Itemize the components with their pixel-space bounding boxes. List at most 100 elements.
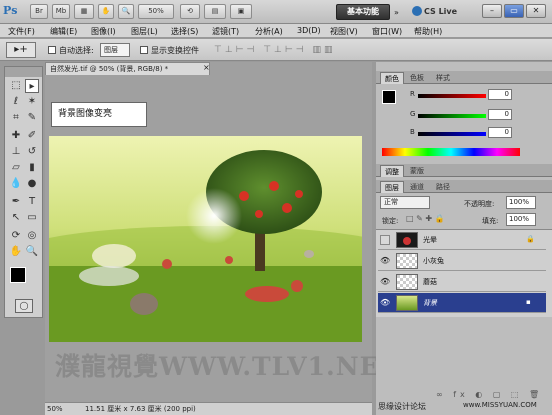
gradient-tool-icon[interactable]: ▮	[25, 161, 39, 175]
healing-brush-icon[interactable]: ✚	[9, 129, 23, 143]
auto-select-checkbox[interactable]	[48, 46, 56, 54]
lock-icon: ▪	[526, 298, 531, 306]
menu-help[interactable]: 帮助(H)	[414, 26, 442, 37]
tab-channels[interactable]: 通道	[406, 181, 428, 193]
clone-stamp-icon[interactable]: ⊥	[9, 145, 23, 159]
menu-window[interactable]: 窗口(W)	[372, 26, 402, 37]
show-transform-checkbox[interactable]	[140, 46, 148, 54]
color-spectrum[interactable]	[382, 148, 520, 156]
tab-color[interactable]: 颜色	[380, 72, 404, 84]
tool-preset-picker[interactable]: ▸+	[6, 42, 36, 58]
menu-view[interactable]: 视图(V)	[330, 26, 358, 37]
bridge-button[interactable]: Br	[30, 4, 48, 19]
tab-swatches[interactable]: 色板	[406, 72, 428, 84]
brush-tool-icon[interactable]: ✐	[25, 129, 39, 143]
hand-tool-icon[interactable]: ✋	[9, 245, 23, 259]
watermark: 濮龍視覺WWW.TLV1.NET	[55, 352, 400, 381]
r-value[interactable]: 0	[488, 89, 512, 100]
align-buttons[interactable]: ⊤⊥⊢⊣ ⊤⊥⊢⊣ ▥▥	[214, 45, 389, 55]
menu-select[interactable]: 选择(S)	[171, 26, 198, 37]
blend-mode-select[interactable]: 正常	[380, 196, 430, 209]
eye-icon[interactable]: 👁	[380, 298, 390, 308]
menu-file[interactable]: 文件(F)	[8, 26, 35, 37]
layer-row-selected[interactable]: 👁 背景 ▪	[378, 293, 546, 313]
g-value[interactable]: 0	[488, 109, 512, 120]
minibridge-button[interactable]: Mb	[52, 4, 70, 19]
eyedropper-icon[interactable]: ✎	[25, 111, 39, 125]
tab-layers[interactable]: 图层	[380, 181, 404, 193]
status-zoom[interactable]: 50%	[47, 403, 63, 415]
fill-input[interactable]: 100%	[506, 213, 536, 226]
zoom-level-select[interactable]: 50%	[138, 4, 174, 19]
layer-thumbnail	[396, 274, 418, 290]
menu-filter[interactable]: 滤镜(T)	[212, 26, 239, 37]
b-value[interactable]: 0	[488, 127, 512, 138]
menu-image[interactable]: 图像(I)	[91, 26, 116, 37]
opacity-input[interactable]: 100%	[506, 196, 536, 209]
b-slider[interactable]	[418, 132, 486, 136]
magic-wand-icon[interactable]: ✶	[25, 95, 39, 109]
3d-rotate-icon[interactable]: ⟳	[9, 229, 23, 243]
layers-list: 光晕 🔒 👁 小灰兔 👁 蘑菇 👁 背景 ▪	[376, 229, 552, 317]
screen-mode-button[interactable]: ▣	[230, 4, 252, 19]
workspace-button[interactable]: 基本功能	[336, 4, 390, 20]
layer-row[interactable]: 光晕 🔒	[378, 230, 546, 250]
path-select-icon[interactable]: ↖	[9, 211, 23, 225]
g-slider[interactable]	[418, 114, 486, 118]
document-tab[interactable]: 自然发光.tif @ 50% (背景, RGB/8) *	[45, 62, 210, 75]
zoom-view-button[interactable]: 🔍	[118, 4, 134, 19]
tab-paths[interactable]: 路径	[432, 181, 454, 193]
visibility-toggle[interactable]	[380, 235, 390, 245]
menu-analysis[interactable]: 分析(A)	[255, 26, 283, 37]
menu-layer[interactable]: 图层(L)	[131, 26, 158, 37]
lock-icons[interactable]: □ ✎ ✚ 🔒	[406, 214, 445, 223]
marquee-tool-icon[interactable]: ⬚	[9, 79, 23, 93]
lasso-tool-icon[interactable]: ℓ	[9, 95, 23, 109]
eraser-icon[interactable]: ▱	[9, 161, 23, 175]
quick-mask-icon[interactable]: ◯	[15, 299, 33, 313]
image-canvas[interactable]	[49, 136, 362, 342]
layer-row[interactable]: 👁 蘑菇	[378, 272, 546, 292]
layer-name: 小灰兔	[423, 257, 444, 265]
cs-live-link[interactable]: CS Live	[424, 7, 457, 16]
move-tool-icon[interactable]: ▸	[25, 79, 39, 93]
layer-thumbnail	[396, 295, 418, 311]
3d-orbit-icon[interactable]: ◎	[25, 229, 39, 243]
cs-live-icon	[412, 6, 422, 16]
menu-edit[interactable]: 编辑(E)	[50, 26, 77, 37]
foreground-color-swatch[interactable]	[10, 267, 26, 283]
pen-tool-icon[interactable]: ✒	[9, 195, 23, 209]
color-fg-swatch[interactable]	[382, 90, 396, 104]
view-extras-button[interactable]: ▦	[74, 4, 94, 19]
r-slider[interactable]	[418, 94, 486, 98]
layer-row[interactable]: 👁 小灰兔	[378, 251, 546, 271]
options-bar: ▸+ 自动选择: 图层 显示变换控件 ⊤⊥⊢⊣ ⊤⊥⊢⊣ ▥▥	[0, 39, 552, 61]
history-brush-icon[interactable]: ↺	[25, 145, 39, 159]
tab-styles[interactable]: 样式	[432, 72, 454, 84]
eye-icon[interactable]: 👁	[380, 256, 390, 266]
type-tool-icon[interactable]: T	[25, 195, 39, 209]
arrange-documents-button[interactable]: ▤	[204, 4, 226, 19]
dodge-tool-icon[interactable]: ●	[25, 177, 39, 191]
close-doc-icon[interactable]: ×	[203, 63, 210, 72]
close-button[interactable]: ✕	[526, 4, 546, 18]
g-label: G	[410, 110, 416, 118]
menu-3d[interactable]: 3D(D)	[297, 26, 321, 35]
eye-icon[interactable]: 👁	[380, 277, 390, 287]
shape-tool-icon[interactable]: ▭	[25, 211, 39, 225]
rotate-view-button[interactable]: ⟲	[180, 4, 200, 19]
adjust-panel-tabs: 调整 蒙版	[376, 164, 552, 177]
hand-view-button[interactable]: ✋	[98, 4, 114, 19]
blur-tool-icon[interactable]: 💧	[9, 177, 23, 191]
tab-adjustments[interactable]: 调整	[380, 165, 404, 177]
zoom-tool-icon[interactable]: 🔍	[25, 245, 39, 259]
restore-button[interactable]: ▭	[504, 4, 524, 18]
crop-tool-icon[interactable]: ⌗	[9, 111, 23, 125]
minimize-button[interactable]: –	[482, 4, 502, 18]
workspace-arrow-icon[interactable]: »	[394, 8, 399, 17]
tab-masks[interactable]: 蒙版	[406, 165, 428, 177]
lock-icon: 🔒	[526, 235, 535, 243]
footer-site-name: 思缘设计论坛	[378, 402, 426, 411]
layer-name: 蘑菇	[423, 278, 437, 286]
auto-select-dropdown[interactable]: 图层	[100, 43, 130, 57]
